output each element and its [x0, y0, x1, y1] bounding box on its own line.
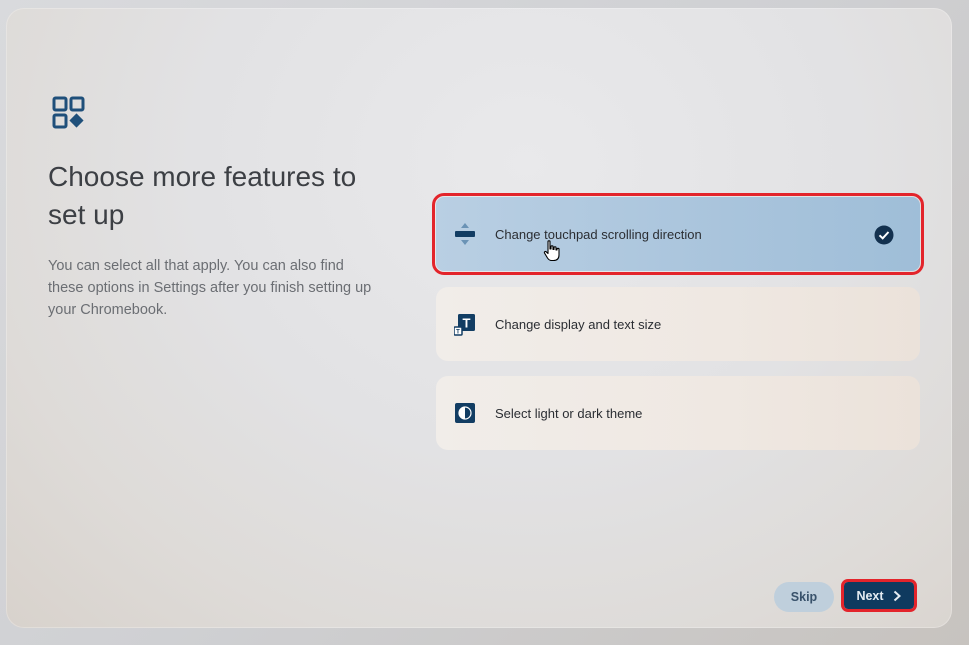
svg-text:T: T — [456, 330, 460, 336]
skip-button-label: Skip — [790, 590, 818, 604]
option-display-text-size[interactable]: T T Change display and text size — [436, 287, 920, 361]
touchpad-scroll-icon — [455, 223, 475, 245]
check-circle-icon — [874, 225, 894, 245]
option-touchpad-scrolling[interactable]: Change touchpad scrolling direction — [432, 193, 924, 275]
skip-button[interactable]: Skip — [774, 582, 834, 612]
option-label: Select light or dark theme — [495, 405, 643, 421]
features-grid-icon — [52, 96, 85, 129]
hand-pointer-icon — [543, 240, 560, 262]
option-label: Change touchpad scrolling direction — [495, 226, 702, 242]
svg-text:T: T — [463, 316, 471, 331]
next-button-label: Next — [856, 588, 884, 603]
chevron-right-icon — [893, 590, 901, 601]
page-title: Choose more features to set up — [48, 161, 357, 230]
next-button[interactable]: Next — [841, 579, 917, 612]
option-light-dark-theme[interactable]: Select light or dark theme — [436, 376, 920, 450]
page-description: You can select all that apply. You can a… — [48, 258, 372, 318]
text-size-icon: T T — [454, 314, 475, 336]
option-label: Change display and text size — [495, 316, 662, 332]
theme-icon — [455, 403, 475, 423]
